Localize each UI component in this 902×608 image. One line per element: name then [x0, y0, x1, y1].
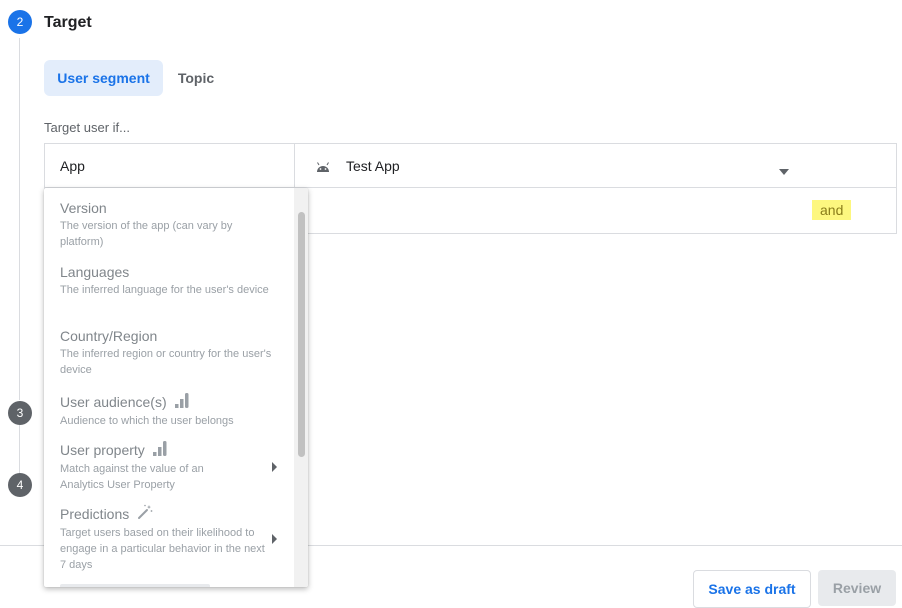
review-label: Review	[832, 580, 882, 596]
tab-topic[interactable]: Topic	[167, 60, 225, 96]
section-title-target: Target	[44, 14, 92, 31]
step-2-indicator: 2	[8, 10, 32, 34]
option-version-title: Version	[60, 200, 107, 216]
chevron-down-icon[interactable]	[779, 162, 789, 180]
option-user-property-title: User property	[60, 441, 145, 458]
option-predictions[interactable]: Predictions Target users based on their …	[60, 504, 275, 573]
option-user-property[interactable]: User property Match against the value of…	[60, 440, 275, 493]
option-user-audiences[interactable]: User audience(s) Audience to which the u…	[60, 392, 275, 429]
option-country-region[interactable]: Country/Region The inferred region or co…	[60, 328, 275, 378]
analytics-icon	[174, 392, 189, 411]
step-2-number: 2	[16, 15, 24, 29]
option-partial-cutoff	[60, 584, 210, 587]
step-3-indicator: 3	[8, 401, 32, 425]
step-4-number: 4	[16, 478, 24, 492]
analytics-icon	[152, 440, 167, 459]
field-selector-value: App	[60, 158, 85, 174]
dropdown-scrollbar-thumb[interactable]	[298, 212, 305, 457]
stepper-line-2	[19, 425, 20, 473]
option-version[interactable]: Version The version of the app (can vary…	[60, 200, 275, 250]
tab-user-segment[interactable]: User segment	[44, 60, 163, 96]
option-user-audiences-title: User audience(s)	[60, 393, 167, 410]
field-selector[interactable]: App	[45, 144, 295, 187]
option-version-description: The version of the app (can vary by plat…	[60, 220, 233, 248]
app-selector[interactable]: Test App	[295, 144, 795, 187]
tab-user-segment-label: User segment	[57, 70, 150, 86]
tab-topic-label: Topic	[177, 70, 215, 86]
option-predictions-title: Predictions	[60, 505, 130, 522]
step-3-number: 3	[16, 406, 24, 420]
submenu-arrow-icon	[272, 531, 277, 549]
option-country-region-title: Country/Region	[60, 328, 158, 344]
app-selector-value: Test App	[346, 158, 400, 174]
option-country-region-description: The inferred region or country for the u…	[60, 348, 272, 376]
option-user-property-description: Match against the value of an Analytics …	[60, 463, 204, 491]
review-button[interactable]: Review	[818, 570, 896, 606]
option-user-audiences-description: Audience to which the user belongs	[60, 415, 234, 427]
save-as-draft-label: Save as draft	[708, 581, 796, 597]
save-as-draft-button[interactable]: Save as draft	[693, 570, 811, 608]
stepper-line	[19, 38, 20, 400]
submenu-arrow-icon	[272, 459, 277, 477]
target-user-label: Target user if...	[44, 120, 130, 135]
option-languages-description: The inferred language for the user's dev…	[60, 284, 269, 296]
magic-wand-icon	[137, 504, 153, 523]
android-icon	[316, 159, 330, 177]
option-languages[interactable]: Languages The inferred language for the …	[60, 264, 275, 298]
option-predictions-description: Target users based on their likelihood t…	[60, 527, 265, 571]
option-languages-title: Languages	[60, 264, 130, 280]
step-4-indicator: 4	[8, 473, 32, 497]
and-button[interactable]: and	[812, 200, 852, 220]
field-dropdown-menu: Version The version of the app (can vary…	[44, 188, 308, 587]
